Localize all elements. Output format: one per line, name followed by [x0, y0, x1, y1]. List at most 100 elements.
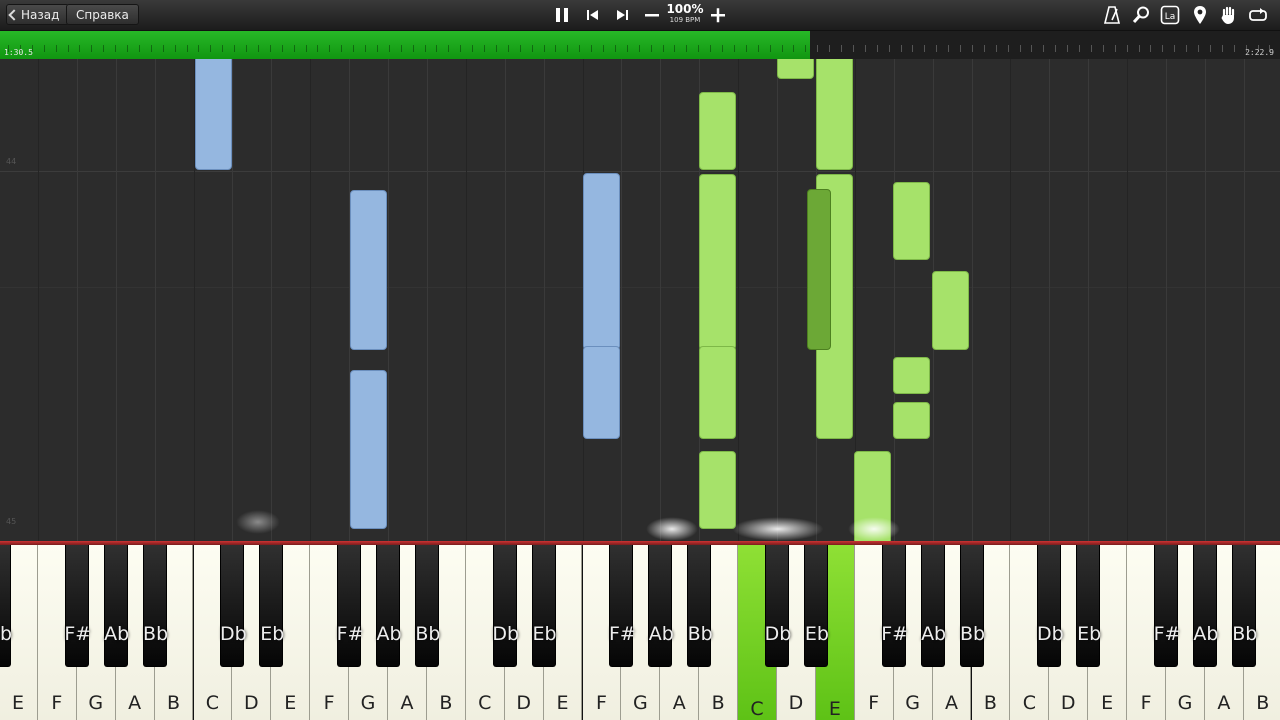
progress-tick	[305, 45, 307, 52]
progress-tick	[674, 45, 676, 52]
key-line	[1010, 59, 1012, 541]
key-line	[232, 59, 234, 541]
progress-tick	[448, 45, 450, 52]
black-key-label: Eb	[532, 623, 557, 645]
progress-tick	[127, 45, 128, 52]
progress-tick	[983, 45, 985, 52]
progress-tick	[150, 45, 152, 52]
white-key-label: G	[360, 692, 376, 714]
black-key[interactable]: Eb	[531, 545, 557, 667]
black-key[interactable]: Db	[220, 545, 247, 667]
key-line	[1127, 59, 1129, 541]
progress-tick	[1055, 45, 1057, 52]
white-key-label: A	[1217, 692, 1231, 714]
metronome-icon[interactable]	[1102, 5, 1122, 25]
black-key[interactable]: Bb	[959, 545, 985, 667]
black-key[interactable]: Db	[492, 545, 519, 667]
note-bar	[699, 451, 736, 529]
black-key[interactable]: Eb	[803, 545, 829, 667]
progress-tick	[864, 45, 866, 52]
black-key[interactable]: Eb	[259, 545, 284, 667]
progress-tick	[495, 45, 497, 52]
progress-tick	[412, 45, 414, 52]
key-line	[426, 59, 428, 541]
hand-select-icon[interactable]: La	[1160, 5, 1180, 25]
back-button[interactable]: Назад	[6, 4, 70, 25]
key-line	[271, 59, 273, 541]
progress-tick	[424, 45, 426, 52]
black-key[interactable]: Eb	[1076, 545, 1101, 667]
black-key-label: Bb	[1232, 623, 1258, 645]
progress-tick	[1221, 45, 1223, 52]
progress-tick	[591, 45, 593, 52]
progress-tick	[686, 45, 688, 52]
white-key-label: E	[828, 698, 841, 720]
black-key[interactable]: Bb	[687, 545, 713, 667]
progress-tick	[1162, 45, 1164, 52]
key-line	[777, 59, 778, 541]
song-progress-bar[interactable]: 1:30.5 2:22.9	[0, 31, 1280, 59]
key-line	[388, 59, 389, 541]
progress-tick	[341, 45, 343, 52]
progress-tick	[817, 45, 819, 52]
black-key[interactable]: F#	[881, 545, 908, 667]
black-key[interactable]: F#	[609, 545, 636, 667]
white-key-label: E	[284, 692, 297, 714]
black-key[interactable]: Ab	[103, 545, 129, 667]
black-key[interactable]: F#	[1154, 545, 1180, 667]
white-key-label: F	[595, 692, 607, 714]
hand-icon[interactable]	[1219, 5, 1239, 25]
note-bar	[350, 190, 387, 350]
black-key[interactable]: Ab	[1192, 545, 1218, 667]
black-key[interactable]: Ab	[920, 545, 946, 667]
progress-tick	[960, 45, 961, 52]
location-pin-icon[interactable]	[1190, 5, 1210, 25]
progress-tick	[1114, 45, 1116, 52]
black-key-label: Bb	[415, 623, 441, 645]
white-key-label: A	[400, 692, 414, 714]
white-key-label: G	[1177, 692, 1193, 714]
note-bar	[816, 59, 853, 170]
tempo-increase-icon[interactable]	[708, 5, 728, 25]
progress-tick	[543, 45, 545, 52]
measure-number: 45	[6, 517, 17, 526]
search-icon[interactable]	[1131, 5, 1151, 25]
progress-tick	[1150, 45, 1152, 52]
progress-tick	[1233, 45, 1235, 52]
black-key[interactable]: F#	[64, 545, 91, 667]
help-button[interactable]: Справка	[66, 4, 139, 25]
tempo-bpm: 109 BPM	[669, 16, 701, 24]
loop-icon[interactable]	[1248, 5, 1268, 25]
note-bar	[583, 173, 620, 350]
progress-tick	[603, 45, 604, 52]
black-key[interactable]: Bb	[414, 545, 440, 667]
white-key-label: B	[1256, 692, 1270, 714]
black-key[interactable]: Bb	[1231, 545, 1257, 667]
black-key-label: Bb	[959, 623, 986, 645]
progress-tick	[186, 45, 188, 52]
key-line	[76, 59, 78, 541]
skip-back-icon[interactable]	[583, 5, 603, 25]
black-key[interactable]: Bb	[142, 545, 168, 667]
progress-tick	[67, 45, 69, 52]
progress-tick	[1043, 45, 1045, 52]
black-key[interactable]: Ab	[376, 545, 402, 667]
black-key[interactable]: F#	[337, 545, 364, 667]
tempo-decrease-icon[interactable]	[642, 5, 662, 25]
black-key[interactable]: Db	[765, 545, 791, 667]
white-key-label: F	[868, 692, 880, 714]
progress-tick	[1031, 45, 1033, 52]
white-key-label: C	[750, 698, 764, 720]
black-key[interactable]: Eb	[0, 545, 12, 667]
black-key[interactable]: Ab	[648, 545, 674, 667]
skip-forward-icon[interactable]	[612, 5, 632, 25]
white-key-label: E	[11, 692, 24, 714]
key-line	[504, 59, 506, 541]
black-key[interactable]: Db	[1037, 545, 1064, 667]
pause-icon[interactable]	[552, 5, 572, 25]
note-bar	[350, 370, 387, 529]
white-key-label: A	[672, 692, 686, 714]
progress-tick	[329, 45, 331, 52]
progress-tick	[876, 45, 878, 52]
white-key-label: F	[323, 692, 335, 714]
